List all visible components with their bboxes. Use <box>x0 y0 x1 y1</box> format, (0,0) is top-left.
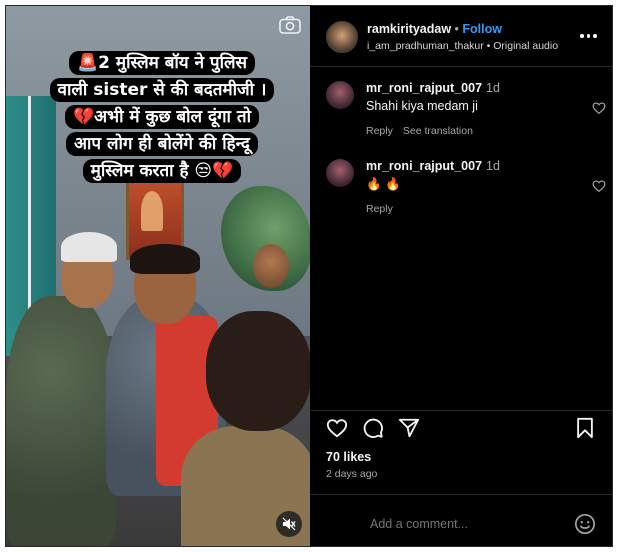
comment-header: mr_roni_rajput_007 1d <box>366 81 500 95</box>
author-avatar[interactable] <box>326 21 358 53</box>
comment-text: 🔥 🔥 <box>366 177 401 191</box>
comment-item: mr_roni_rajput_007 1d Shahi kiya medam ji… <box>326 81 606 141</box>
post-video[interactable]: 🚨2 मुस्लिम बॉय ने पुलिस वाली sister से क… <box>6 6 310 546</box>
commenter-username[interactable]: mr_roni_rajput_007 <box>366 81 482 95</box>
collab-username[interactable]: i_am_pradhuman_thakur <box>367 40 484 52</box>
mute-button[interactable] <box>276 511 302 537</box>
comment-actions: Reply <box>366 203 403 215</box>
caption-line: आप लोग ही बोलेंगे की हिन्दू <box>66 132 258 156</box>
separator-dot: • <box>451 22 463 36</box>
comment-bubble-icon[interactable] <box>362 417 384 439</box>
video-caption-overlay: 🚨2 मुस्लिम बॉय ने पुलिस वाली sister से क… <box>34 50 290 185</box>
author-username[interactable]: ramkirityadaw <box>367 22 451 36</box>
comment-item: mr_roni_rajput_007 1d 🔥 🔥 Reply <box>326 159 606 219</box>
comment-time: 1d <box>486 159 500 173</box>
post-side-panel: ramkirityadaw • Follow i_am_pradhuman_th… <box>310 6 612 546</box>
comment-time: 1d <box>486 81 500 95</box>
reply-button[interactable]: Reply <box>366 203 393 215</box>
caption-line: 💔अभी में कुछ बोल दूंगा तो <box>65 105 259 129</box>
see-translation-button[interactable]: See translation <box>403 125 473 137</box>
commenter-avatar[interactable] <box>326 159 354 187</box>
comment-like-heart-icon[interactable] <box>592 101 606 115</box>
likes-count[interactable]: 70 likes <box>326 450 371 464</box>
video-person-2-hair <box>130 244 200 274</box>
author-subline: i_am_pradhuman_thakur • Original audio <box>367 40 558 52</box>
comment-actions: Reply See translation <box>366 125 483 137</box>
comment-like-heart-icon[interactable] <box>592 179 606 193</box>
paper-plane-icon[interactable] <box>398 417 420 439</box>
caption-line: मुस्लिम करता है 😒💔 <box>82 159 242 183</box>
comment-header: mr_roni_rajput_007 1d <box>366 159 500 173</box>
camera-icon <box>279 16 301 34</box>
emoji-smiley-icon[interactable] <box>574 513 596 535</box>
muted-speaker-icon <box>282 517 296 531</box>
video-inset-face <box>253 244 289 288</box>
add-comment-input[interactable] <box>370 517 550 531</box>
video-person-1 <box>6 296 116 546</box>
separator-dot: • <box>483 40 494 52</box>
heart-icon[interactable] <box>326 417 348 439</box>
post-modal: 🚨2 मुस्लिम बॉय ने पुलिस वाली sister से क… <box>5 5 613 547</box>
video-person-1-cap <box>61 232 117 262</box>
comment-text: Shahi kiya medam ji <box>366 99 478 113</box>
bookmark-icon[interactable] <box>574 417 596 439</box>
follow-button[interactable]: Follow <box>462 22 502 36</box>
commenter-username[interactable]: mr_roni_rajput_007 <box>366 159 482 173</box>
caption-line: वाली sister से की बदतमीजी । <box>49 78 275 102</box>
original-audio-link[interactable]: Original audio <box>493 40 558 52</box>
more-options-icon[interactable] <box>580 28 598 44</box>
actions-divider <box>310 410 612 412</box>
post-header: ramkirityadaw • Follow i_am_pradhuman_th… <box>310 6 612 67</box>
post-date: 2 days ago <box>326 468 378 480</box>
video-person-3-head <box>206 311 310 431</box>
commenter-avatar[interactable] <box>326 81 354 109</box>
caption-line: 🚨2 मुस्लिम बॉय ने पुलिस <box>68 51 256 75</box>
reply-button[interactable]: Reply <box>366 125 393 137</box>
author-line: ramkirityadaw • Follow <box>367 22 502 36</box>
add-comment-bar <box>310 494 612 547</box>
